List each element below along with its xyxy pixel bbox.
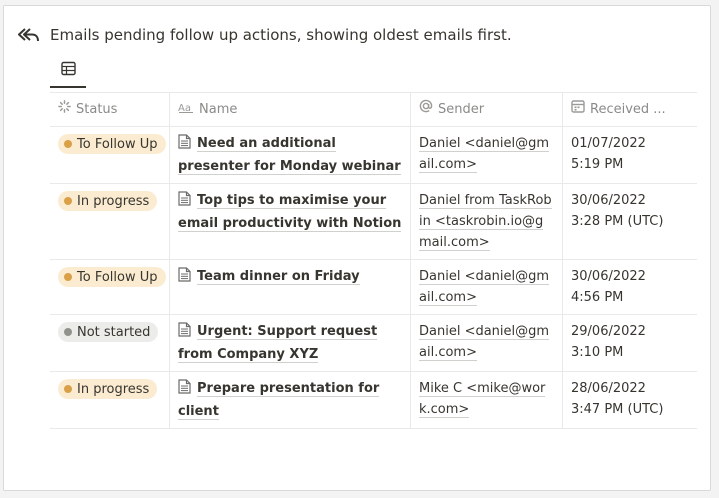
page-icon bbox=[178, 322, 191, 344]
database-card: Emails pending follow up actions, showin… bbox=[3, 5, 711, 491]
status-dot bbox=[64, 197, 72, 205]
status-badge: To Follow Up bbox=[58, 134, 166, 154]
received-cell[interactable]: 28/06/2022 3:47 PM (UTC) bbox=[563, 372, 697, 428]
received-time: 3:47 PM (UTC) bbox=[571, 402, 664, 417]
column-header-sender[interactable]: Sender bbox=[411, 93, 563, 126]
status-badge: To Follow Up bbox=[58, 267, 166, 287]
table-header-row: Status Aa Name Sender Received ... bbox=[50, 93, 697, 127]
table-icon bbox=[60, 61, 76, 80]
page-header: Emails pending follow up actions, showin… bbox=[18, 24, 512, 46]
text-icon: Aa bbox=[178, 99, 199, 120]
sender-cell[interactable]: Daniel <daniel@gmail.com> bbox=[411, 260, 563, 314]
received-time: 4:56 PM bbox=[571, 290, 624, 305]
sender-value: Mike C <mike@work.com> bbox=[419, 381, 546, 418]
sender-cell[interactable]: Daniel <daniel@gmail.com> bbox=[411, 127, 563, 183]
email-title-link[interactable]: Need an additional presenter for Monday … bbox=[178, 136, 401, 175]
page-icon bbox=[178, 191, 191, 213]
email-title-link[interactable]: Urgent: Support request from Company XYZ bbox=[178, 324, 378, 363]
page-title: Emails pending follow up actions, showin… bbox=[50, 26, 512, 44]
sender-value: Daniel from TaskRobin <taskrobin.io@gmai… bbox=[419, 193, 552, 251]
status-icon bbox=[58, 99, 76, 120]
status-dot bbox=[64, 140, 72, 148]
received-date: 01/07/2022 bbox=[571, 136, 646, 151]
table-row[interactable]: To Follow Up Team dinner on Friday Danie… bbox=[50, 260, 697, 315]
received-cell[interactable]: 30/06/2022 4:56 PM bbox=[563, 260, 697, 314]
column-header-name[interactable]: Aa Name bbox=[170, 93, 411, 126]
emails-table: Status Aa Name Sender Received ... To Fo… bbox=[50, 92, 697, 429]
received-date: 30/06/2022 bbox=[571, 193, 646, 208]
received-cell[interactable]: 30/06/2022 3:28 PM (UTC) bbox=[563, 184, 697, 259]
sender-cell[interactable]: Mike C <mike@work.com> bbox=[411, 372, 563, 428]
received-time: 3:10 PM bbox=[571, 345, 624, 360]
received-time: 3:28 PM (UTC) bbox=[571, 214, 664, 229]
status-badge: Not started bbox=[58, 322, 159, 342]
received-date: 30/06/2022 bbox=[571, 269, 646, 284]
name-cell[interactable]: Urgent: Support request from Company XYZ bbox=[170, 315, 411, 371]
received-date: 29/06/2022 bbox=[571, 324, 646, 339]
received-time: 5:19 PM bbox=[571, 157, 624, 172]
name-cell[interactable]: Need an additional presenter for Monday … bbox=[170, 127, 411, 183]
svg-text:Aa: Aa bbox=[178, 103, 191, 113]
status-cell[interactable]: In progress bbox=[50, 372, 170, 428]
status-dot bbox=[64, 385, 72, 393]
name-cell[interactable]: Prepare presentation for client bbox=[170, 372, 411, 428]
status-badge: In progress bbox=[58, 191, 158, 211]
sender-cell[interactable]: Daniel <daniel@gmail.com> bbox=[411, 315, 563, 371]
sender-value: Daniel <daniel@gmail.com> bbox=[419, 136, 550, 173]
received-cell[interactable]: 01/07/2022 5:19 PM bbox=[563, 127, 697, 183]
received-cell[interactable]: 29/06/2022 3:10 PM bbox=[563, 315, 697, 371]
status-cell[interactable]: To Follow Up bbox=[50, 127, 170, 183]
reply-all-icon[interactable] bbox=[18, 26, 40, 44]
email-title-link[interactable]: Top tips to maximise your email producti… bbox=[178, 193, 402, 232]
page-icon bbox=[178, 379, 191, 401]
table-row[interactable]: To Follow Up Need an additional presente… bbox=[50, 127, 697, 184]
received-date: 28/06/2022 bbox=[571, 381, 646, 396]
status-dot bbox=[64, 328, 72, 336]
at-sign-icon bbox=[419, 99, 438, 120]
table-row[interactable]: In progress Top tips to maximise your em… bbox=[50, 184, 697, 260]
status-cell[interactable]: To Follow Up bbox=[50, 260, 170, 314]
status-dot bbox=[64, 273, 72, 281]
name-cell[interactable]: Top tips to maximise your email producti… bbox=[170, 184, 411, 259]
sender-cell[interactable]: Daniel from TaskRobin <taskrobin.io@gmai… bbox=[411, 184, 563, 259]
status-cell[interactable]: In progress bbox=[50, 184, 170, 259]
column-header-status[interactable]: Status bbox=[50, 93, 170, 126]
table-view-tab[interactable] bbox=[50, 54, 86, 88]
status-cell[interactable]: Not started bbox=[50, 315, 170, 371]
table-row[interactable]: In progress Prepare presentation for cli… bbox=[50, 372, 697, 429]
name-cell[interactable]: Team dinner on Friday bbox=[170, 260, 411, 314]
email-title-link[interactable]: Prepare presentation for client bbox=[178, 381, 380, 420]
calendar-icon bbox=[571, 99, 590, 120]
table-row[interactable]: Not started Urgent: Support request from… bbox=[50, 315, 697, 372]
sender-value: Daniel <daniel@gmail.com> bbox=[419, 324, 550, 361]
page-icon bbox=[178, 134, 191, 156]
status-badge: In progress bbox=[58, 379, 158, 399]
email-title-link[interactable]: Team dinner on Friday bbox=[197, 269, 360, 285]
sender-value: Daniel <daniel@gmail.com> bbox=[419, 269, 550, 306]
page-icon bbox=[178, 267, 191, 289]
column-header-received[interactable]: Received ... bbox=[563, 93, 697, 126]
